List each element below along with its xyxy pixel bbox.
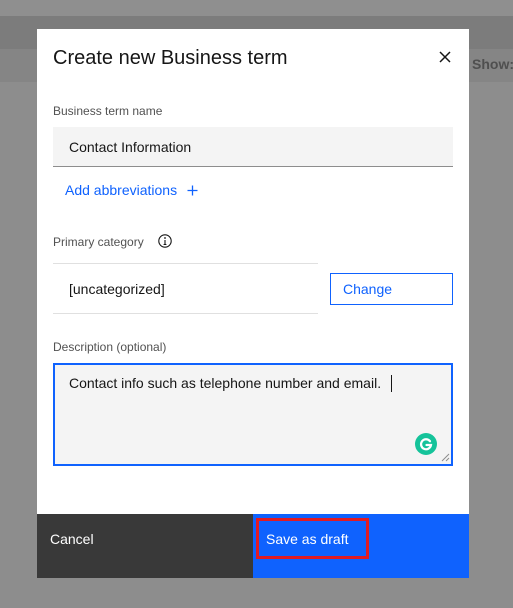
add-abbreviations-label: Add abbreviations <box>65 182 178 198</box>
primary-category-label: Primary category <box>53 235 144 249</box>
text-cursor <box>391 375 392 392</box>
save-as-draft-button[interactable]: Save as draft <box>253 514 469 578</box>
primary-category-value: [uncategorized] <box>53 263 318 314</box>
grammarly-icon[interactable] <box>415 433 437 455</box>
close-icon <box>439 51 451 63</box>
description-textarea[interactable]: Contact info such as telephone number an… <box>53 363 453 466</box>
business-term-name-input[interactable] <box>53 127 453 167</box>
modal-footer: Cancel Save as draft <box>37 514 469 578</box>
resize-grip-icon[interactable] <box>441 453 450 462</box>
business-term-name-label: Business term name <box>53 104 163 118</box>
background-top-bar <box>0 0 513 16</box>
change-category-button[interactable]: Change <box>330 273 453 305</box>
add-abbreviations-link[interactable]: Add abbreviations <box>65 182 198 198</box>
cancel-button[interactable]: Cancel <box>37 514 253 578</box>
create-business-term-modal: Create new Business term Business term n… <box>37 29 469 578</box>
background-show-label: Show: <box>472 56 513 72</box>
modal-title: Create new Business term <box>53 47 288 69</box>
save-as-draft-label: Save as draft <box>266 531 349 547</box>
description-label: Description (optional) <box>53 340 167 354</box>
plus-icon <box>187 185 198 195</box>
info-icon[interactable] <box>158 234 172 248</box>
category-value-text: [uncategorized] <box>69 280 165 297</box>
close-button[interactable] <box>431 43 459 71</box>
